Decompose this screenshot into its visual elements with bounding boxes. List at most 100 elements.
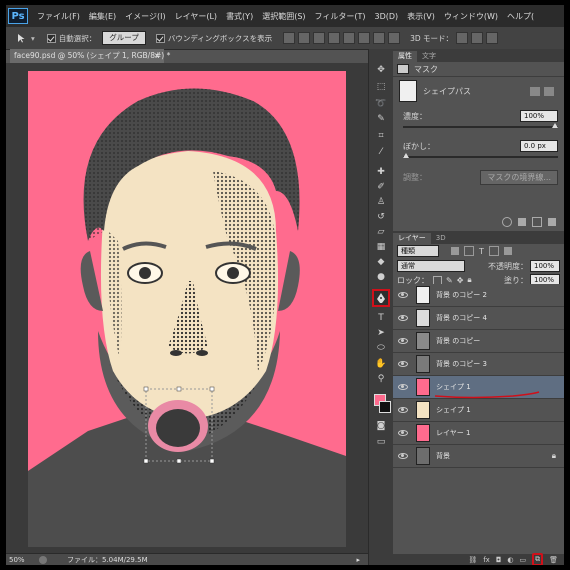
clone-stamp-tool-icon[interactable]: ♙ (373, 195, 389, 209)
layer-name[interactable]: 背景 のコピー 4 (436, 313, 487, 323)
filter-smart-icon[interactable] (503, 247, 512, 255)
feather-value[interactable]: 0.0 px (520, 140, 558, 152)
align-middle-icon[interactable] (298, 32, 311, 44)
layer-name[interactable]: 背景 (436, 451, 450, 461)
visibility-eye-icon[interactable] (398, 338, 408, 344)
close-document-icon[interactable]: × (154, 49, 160, 63)
background-color-swatch[interactable] (379, 401, 391, 413)
eyedropper-tool-icon[interactable]: ⁄ (373, 145, 389, 159)
adjustment-layer-icon[interactable]: ◐ (507, 556, 513, 564)
disable-mask-icon[interactable] (532, 217, 542, 227)
selection-from-mask-icon[interactable] (502, 217, 512, 227)
auto-select-target-dropdown[interactable]: グループ (102, 31, 146, 45)
layer-row[interactable]: シェイプ 1 (393, 376, 564, 399)
density-value[interactable]: 100% (520, 110, 558, 122)
menu-edit[interactable]: 編集(E) (89, 11, 116, 22)
menu-file[interactable]: ファイル(F) (37, 11, 80, 22)
menu-3d[interactable]: 3D(D) (375, 12, 399, 21)
history-brush-tool-icon[interactable]: ↺ (373, 210, 389, 224)
align-top-icon[interactable] (283, 32, 296, 44)
filter-pixel-icon[interactable] (451, 247, 459, 255)
move-tool-icon[interactable]: ✥ (373, 63, 389, 77)
lasso-tool-icon[interactable]: ➰ (373, 97, 389, 111)
document-canvas[interactable] (28, 71, 346, 547)
visibility-eye-icon[interactable] (398, 453, 408, 459)
layer-row[interactable]: 背景 のコピー (393, 330, 564, 353)
menu-type[interactable]: 書式(Y) (226, 11, 253, 22)
layer-row[interactable]: レイヤー 1 (393, 422, 564, 445)
3d-rotate-icon[interactable] (456, 32, 469, 44)
crop-tool-icon[interactable]: ⌗ (373, 129, 389, 143)
fx-icon[interactable]: fx (483, 556, 490, 564)
zoom-level[interactable]: 50% (9, 556, 39, 564)
tab-character[interactable]: 文字 (417, 51, 441, 62)
document-tab[interactable]: face90.psd @ 50% (シェイプ 1, RGB/8#) * × (10, 49, 170, 63)
visibility-eye-icon[interactable] (398, 384, 408, 390)
move-tool-preset-icon[interactable]: ▾ (16, 33, 35, 43)
add-vector-mask-icon[interactable] (544, 86, 554, 96)
align-center-icon[interactable] (343, 32, 356, 44)
3d-pan-icon[interactable] (486, 32, 499, 44)
eraser-tool-icon[interactable]: ▱ (373, 225, 389, 239)
status-arrow-icon[interactable]: ▸ (356, 556, 360, 564)
screen-mode-icon[interactable]: ▭ (373, 435, 389, 449)
menu-help[interactable]: ヘルプ( (507, 11, 534, 22)
type-tool-icon[interactable]: T (373, 311, 389, 325)
healing-brush-tool-icon[interactable]: ✚ (373, 165, 389, 179)
layer-filter-dropdown[interactable]: 種類 (397, 245, 439, 257)
apply-mask-icon[interactable] (518, 218, 526, 226)
visibility-eye-icon[interactable] (398, 407, 408, 413)
zoom-tool-icon[interactable]: ⚲ (373, 372, 389, 386)
delete-mask-icon[interactable] (548, 218, 556, 226)
align-left-icon[interactable] (328, 32, 341, 44)
tab-properties[interactable]: 属性 (393, 51, 417, 62)
align-right-icon[interactable] (358, 32, 371, 44)
menu-select[interactable]: 選択範囲(S) (262, 11, 305, 22)
quick-select-tool-icon[interactable]: ✎ (373, 112, 389, 126)
tab-layers[interactable]: レイヤー (393, 233, 431, 244)
pen-tool-icon[interactable] (372, 289, 390, 307)
tab-3d[interactable]: 3D (431, 233, 451, 244)
visibility-eye-icon[interactable] (398, 292, 408, 298)
menu-window[interactable]: ウィンドウ(W) (444, 11, 498, 22)
quick-mask-icon[interactable]: ◙ (373, 419, 389, 433)
trash-icon[interactable]: 🗑︎ (549, 556, 558, 564)
filter-shape-icon[interactable] (488, 246, 499, 256)
layer-row[interactable]: 背景 のコピー 3 (393, 353, 564, 376)
density-slider[interactable] (403, 123, 558, 128)
brush-tool-icon[interactable]: ✐ (373, 180, 389, 194)
filter-adjust-icon[interactable] (464, 246, 474, 256)
layer-row[interactable]: シェイプ 1 (393, 399, 564, 422)
layer-name[interactable]: 背景 のコピー 2 (436, 290, 487, 300)
vector-mask-thumbnail[interactable] (399, 80, 417, 102)
add-mask-icon[interactable]: ◘ (496, 556, 502, 564)
layer-row[interactable]: 背景 のコピー 2 (393, 284, 564, 307)
add-pixel-mask-icon[interactable] (530, 86, 540, 96)
blur-tool-icon[interactable]: ◆ (373, 255, 389, 269)
status-info-icon[interactable] (39, 556, 47, 564)
layer-row[interactable]: 背景 🔒︎ (393, 445, 564, 468)
new-layer-icon[interactable]: ⧉ (532, 553, 544, 565)
visibility-eye-icon[interactable] (398, 315, 408, 321)
distribute-2-icon[interactable] (388, 32, 401, 44)
3d-roll-icon[interactable] (471, 32, 484, 44)
align-bottom-icon[interactable] (313, 32, 326, 44)
hand-tool-icon[interactable]: ✋ (373, 357, 389, 371)
visibility-eye-icon[interactable] (398, 361, 408, 367)
menu-view[interactable]: 表示(V) (407, 11, 435, 22)
filter-type-icon[interactable]: T (479, 247, 484, 256)
layer-name[interactable]: シェイプ 1 (436, 405, 471, 415)
layer-row[interactable]: 背景 のコピー 4 (393, 307, 564, 330)
layer-name[interactable]: 背景 のコピー 3 (436, 359, 487, 369)
dodge-tool-icon[interactable]: ● (373, 270, 389, 284)
auto-select-checkbox[interactable] (46, 33, 56, 43)
layer-name[interactable]: 背景 のコピー (436, 336, 480, 346)
gradient-tool-icon[interactable]: ▦ (373, 240, 389, 254)
path-selection-tool-icon[interactable]: ➤ (373, 326, 389, 340)
menu-layer[interactable]: レイヤー(L) (175, 11, 217, 22)
mask-edge-button[interactable]: マスクの境界線... (480, 170, 558, 185)
menu-image[interactable]: イメージ(I) (125, 11, 165, 22)
blend-mode-dropdown[interactable]: 通常 (397, 260, 465, 272)
marquee-tool-icon[interactable]: ⬚ (373, 80, 389, 94)
shape-tool-icon[interactable]: ⬭ (373, 341, 389, 355)
